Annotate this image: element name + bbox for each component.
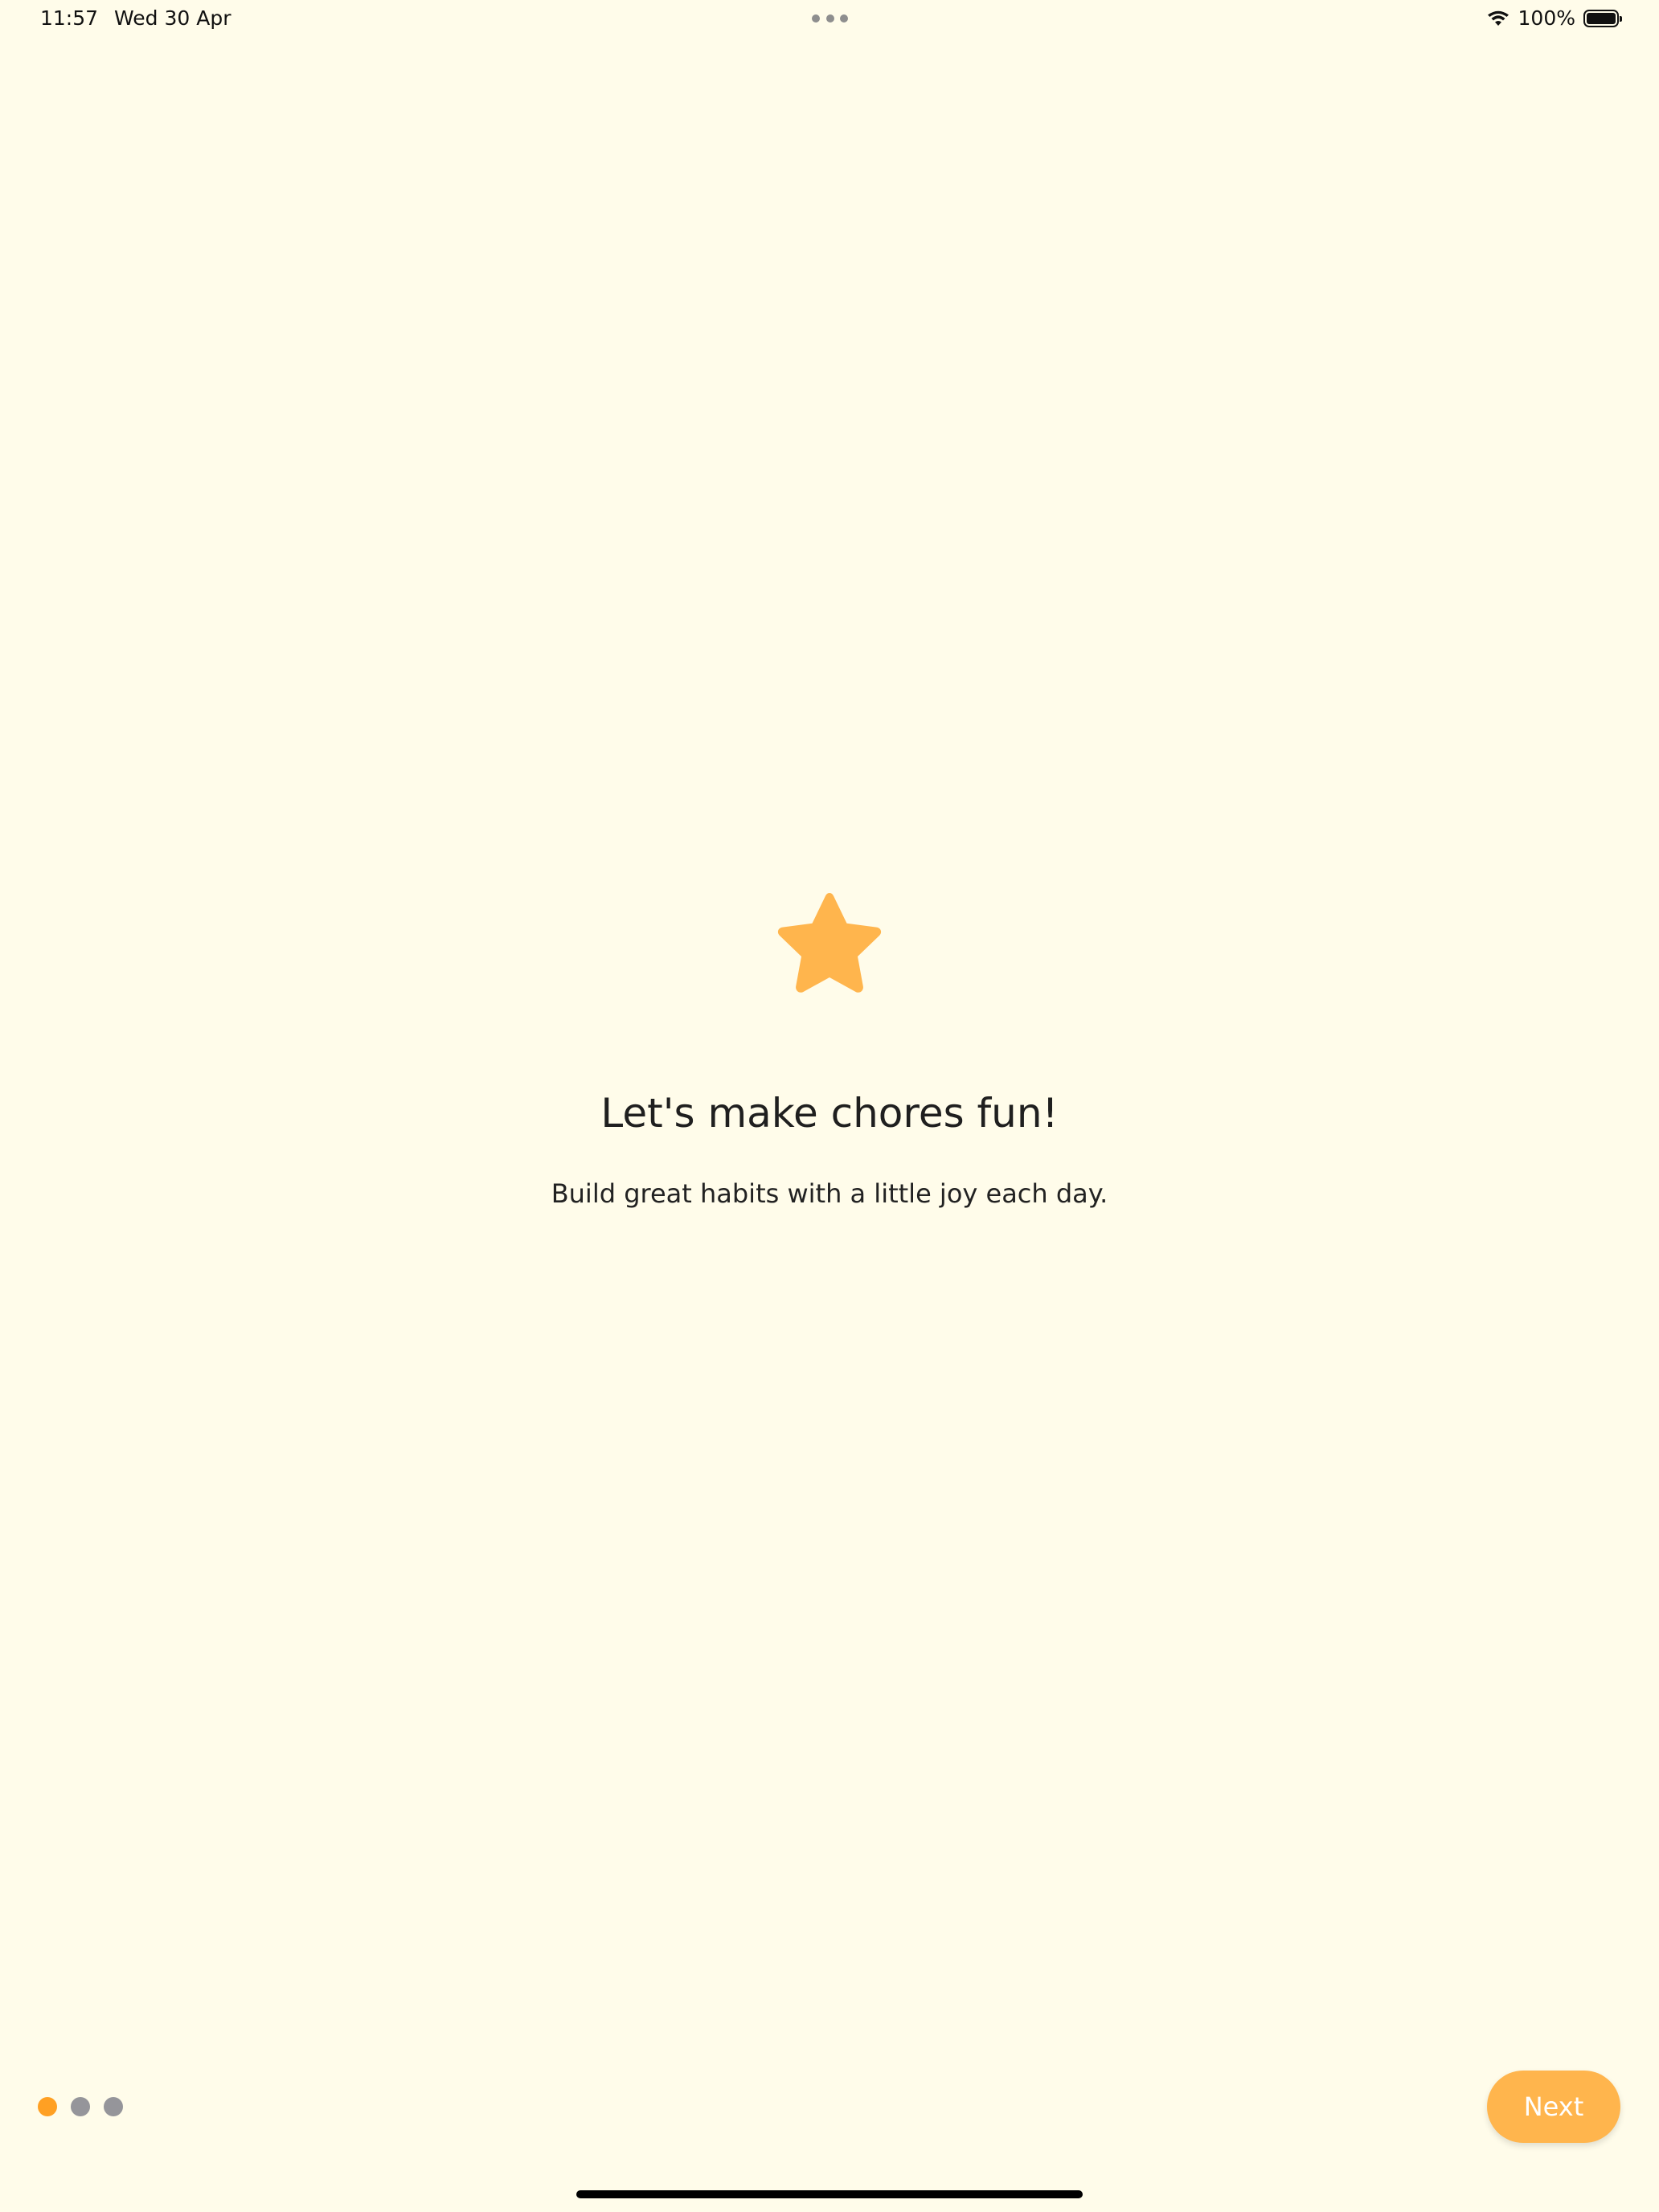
onboarding-title: Let's make chores fun! [600, 1090, 1059, 1137]
page-dot-1-active[interactable] [38, 2097, 57, 2116]
page-dot-2[interactable] [71, 2097, 90, 2116]
wifi-icon [1487, 10, 1509, 26]
battery-fill [1587, 13, 1616, 24]
page-indicator [38, 2097, 123, 2116]
onboarding-screen: 11:57 Wed 30 Apr 100% Let's make chores f… [0, 0, 1659, 2212]
status-time: 11:57 [40, 6, 99, 30]
status-bar-left: 11:57 Wed 30 Apr [40, 6, 231, 31]
status-date: Wed 30 Apr [114, 6, 231, 30]
onboarding-subtitle: Build great habits with a little joy eac… [551, 1178, 1108, 1209]
next-button[interactable]: Next [1487, 2071, 1620, 2143]
multitasking-dots-icon[interactable] [812, 14, 848, 23]
battery-percent: 100% [1518, 6, 1575, 30]
home-indicator[interactable] [576, 2190, 1083, 2198]
status-bar-right: 100% [1486, 6, 1622, 31]
star-icon [777, 893, 882, 993]
page-dot-3[interactable] [104, 2097, 123, 2116]
battery-icon [1583, 10, 1622, 27]
